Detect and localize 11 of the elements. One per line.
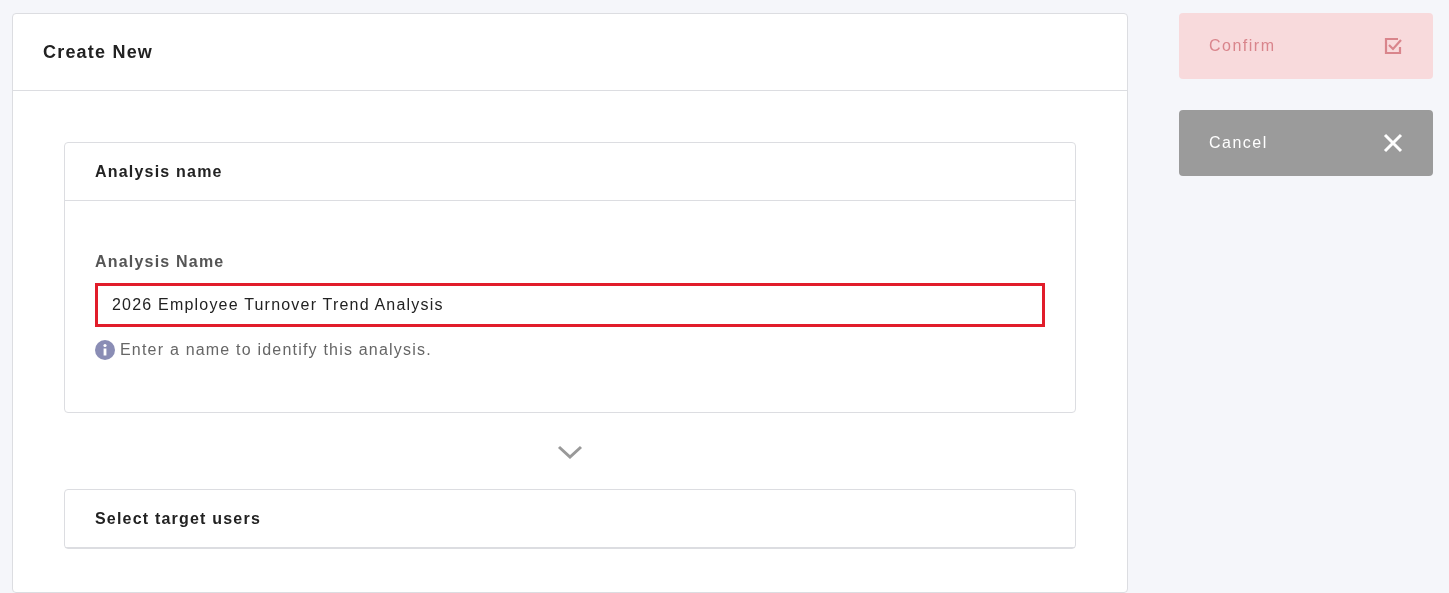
info-icon — [95, 340, 115, 360]
hint-text: Enter a name to identify this analysis. — [120, 341, 432, 359]
section-title: Analysis name — [95, 162, 223, 181]
section-title: Select target users — [95, 509, 261, 528]
close-icon — [1383, 133, 1403, 153]
chevron-down-icon[interactable] — [557, 445, 583, 459]
input-field[interactable]: 2026 Employee Turnover Trend Analysis — [95, 283, 1045, 327]
panel-title: Create New — [43, 41, 154, 63]
checkbox-icon — [1383, 36, 1403, 56]
field-label: Analysis Name — [95, 253, 226, 271]
cancel-button[interactable]: Cancel — [1179, 110, 1433, 176]
